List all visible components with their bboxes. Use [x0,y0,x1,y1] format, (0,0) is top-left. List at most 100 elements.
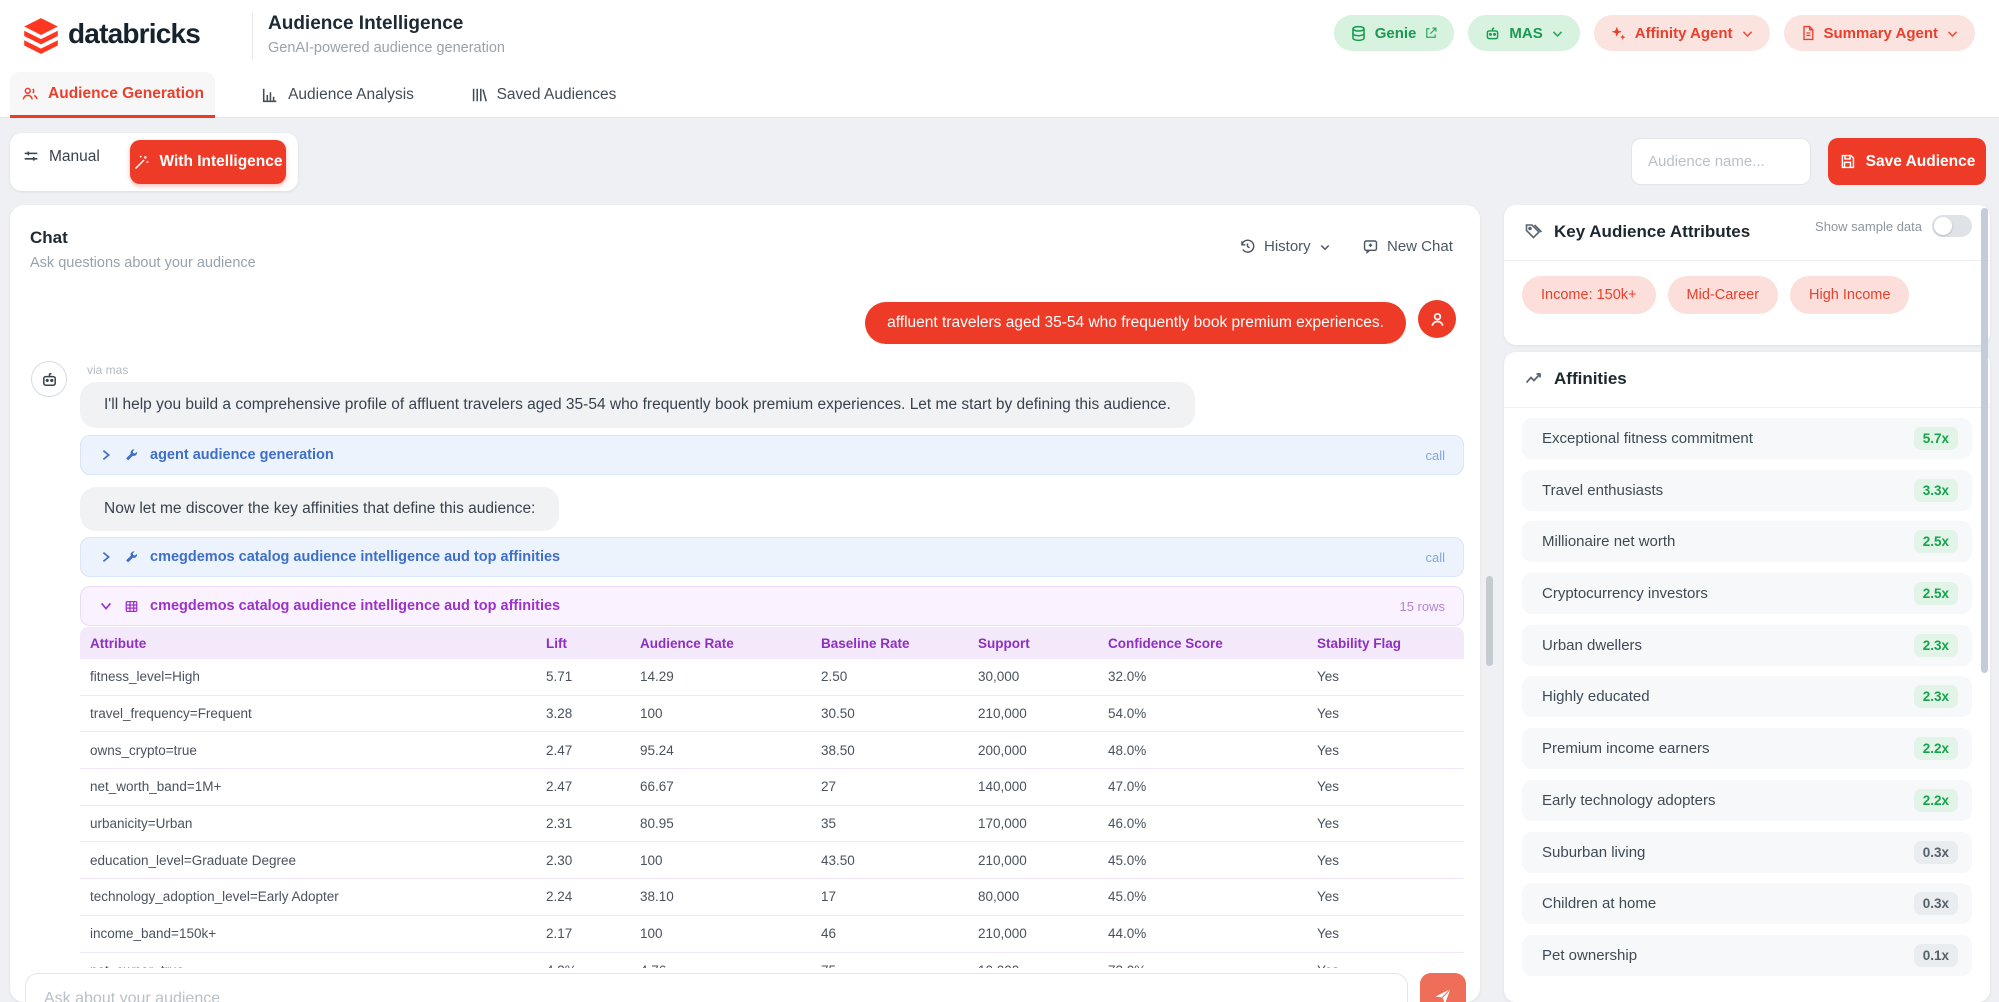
page-title: Audience Intelligence [268,13,463,35]
history-icon [1239,238,1256,255]
affinity-label: Travel enthusiasts [1542,482,1663,499]
affinity-agent-button[interactable]: Affinity Agent [1594,15,1770,51]
user-avatar [1418,300,1456,338]
affinity-item: Pet ownership0.1x [1522,935,1972,976]
tool-call-row-audience-generation[interactable]: agent audience generation call [80,435,1464,475]
affinity-label: Exceptional fitness commitment [1542,430,1753,447]
affinity-item: Highly educated2.3x [1522,676,1972,717]
summary-agent-button[interactable]: Summary Agent [1784,15,1975,51]
table-column-header: Confidence Score [1098,636,1307,651]
sample-data-control: Show sample data [1803,206,1984,246]
table-cell: 38.50 [811,743,968,758]
document-icon [1800,25,1816,41]
table-row: owns_crypto=true2.4795.2438.50200,00048.… [80,732,1464,769]
affinities-table: AttributeLiftAudience RateBaseline RateS… [80,627,1464,989]
trending-up-icon [1524,369,1544,389]
mas-button[interactable]: MAS [1468,15,1579,51]
affinity-label: Millionaire net worth [1542,533,1675,550]
table-cell: 14.29 [630,669,811,684]
with-intelligence-button[interactable]: With Intelligence [130,140,286,184]
table-cell: 46 [811,926,968,941]
table-cell: education_level=Graduate Degree [80,853,536,868]
table-cell: Yes [1307,743,1464,758]
library-icon [470,86,488,104]
tool-result-row-top-affinities[interactable]: cmegdemos catalog audience intelligence … [80,586,1464,626]
tool-call-row-top-affinities[interactable]: cmegdemos catalog audience intelligence … [80,537,1464,577]
key-attributes-panel: Key Audience Attributes Show sample data… [1504,205,1990,345]
affinity-lift-badge: 2.3x [1914,685,1958,708]
show-sample-data-toggle[interactable] [1932,215,1972,237]
sparkles-icon [1610,25,1627,42]
tags-icon [1524,222,1544,242]
affinity-item: Urban dwellers2.3x [1522,625,1972,666]
affinity-label: Pet ownership [1542,947,1637,964]
table-cell: Yes [1307,706,1464,721]
table-row: technology_adoption_level=Early Adopter2… [80,879,1464,916]
table-column-header: Stability Flag [1307,636,1464,651]
panel-divider [1504,407,1990,408]
table-row: net_worth_band=1M+2.4766.6727140,00047.0… [80,769,1464,806]
attribute-tag: High Income [1790,276,1909,314]
attribute-tags: Income: 150k+Mid-CareerHigh Income [1522,276,1909,314]
table-column-header: Audience Rate [630,636,811,651]
chat-scrollbar-thumb[interactable] [1486,576,1493,666]
attribute-tag: Mid-Career [1668,276,1779,314]
table-icon [124,599,139,614]
table-row: income_band=150k+2.1710046210,00044.0%Ye… [80,916,1464,953]
history-button[interactable]: History [1239,238,1331,255]
result-row-count: 15 rows [1399,599,1445,614]
table-cell: 95.24 [630,743,811,758]
table-cell: 80,000 [968,889,1098,904]
chevron-down-icon [1551,27,1564,40]
header-actions: Genie MAS Affinity Agent Summary Agent [1334,15,1975,51]
app-header: databricks Audience Intelligence GenAI-p… [0,0,1999,72]
external-link-icon [1424,26,1438,40]
table-cell: Yes [1307,889,1464,904]
chevron-down-icon [1946,27,1959,40]
tool-call-type: call [1425,448,1445,463]
table-row: education_level=Graduate Degree2.3010043… [80,842,1464,879]
affinity-label: Cryptocurrency investors [1542,585,1708,602]
table-cell: 3.28 [536,706,630,721]
affinity-item: Children at home0.3x [1522,883,1972,924]
save-audience-button[interactable]: Save Audience [1828,138,1986,185]
affinity-label: Suburban living [1542,844,1645,861]
sliders-icon [22,148,40,166]
table-cell: 44.0% [1098,926,1307,941]
robot-icon [1484,25,1501,42]
wrench-icon [124,448,139,463]
tab-saved-audiences[interactable]: Saved Audiences [458,72,628,118]
send-message-button[interactable] [1420,973,1466,1002]
tool-call-label: cmegdemos catalog audience intelligence … [150,549,560,565]
new-chat-button[interactable]: New Chat [1362,238,1453,255]
table-cell: 100 [630,926,811,941]
table-column-header: Lift [536,636,630,651]
table-row: fitness_level=High5.7114.292.5030,00032.… [80,659,1464,696]
table-cell: 46.0% [1098,816,1307,831]
manual-mode-button[interactable]: Manual [22,148,100,166]
table-column-header: Baseline Rate [811,636,968,651]
table-cell: technology_adoption_level=Early Adopter [80,889,536,904]
table-header-row: AttributeLiftAudience RateBaseline RateS… [80,627,1464,659]
genie-button[interactable]: Genie [1334,15,1455,51]
people-icon [21,85,39,103]
affinity-lift-badge: 2.3x [1914,634,1958,657]
table-cell: Yes [1307,669,1464,684]
affinities-list: Exceptional fitness commitment5.7xTravel… [1522,418,1972,976]
table-cell: 170,000 [968,816,1098,831]
new-chat-icon [1362,238,1379,255]
table-cell: Yes [1307,816,1464,831]
table-cell: 2.47 [536,743,630,758]
table-cell: 210,000 [968,926,1098,941]
chat-message-input[interactable] [25,973,1408,1002]
sidebar-scrollbar-thumb[interactable] [1981,208,1988,673]
wrench-icon [124,550,139,565]
affinities-header: Affinities [1524,369,1627,389]
tab-audience-analysis[interactable]: Audience Analysis [240,72,435,118]
tab-audience-generation[interactable]: Audience Generation [10,72,215,118]
audience-name-input[interactable] [1631,138,1811,185]
key-attributes-title: Key Audience Attributes [1554,222,1750,242]
table-cell: 100 [630,853,811,868]
table-cell: 80.95 [630,816,811,831]
table-row: urbanicity=Urban2.3180.9535170,00046.0%Y… [80,806,1464,843]
